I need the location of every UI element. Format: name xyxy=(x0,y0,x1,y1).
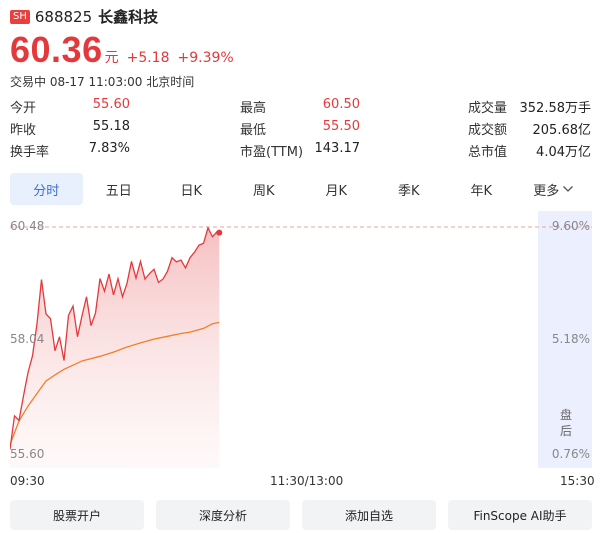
x-label-close: 15:30 xyxy=(560,474,595,488)
price-change-percent: +9.39% xyxy=(177,50,234,66)
stat-value: 7.83% xyxy=(88,141,130,156)
stat-value: 4.04万亿 xyxy=(536,145,591,160)
stat-label: 今开 xyxy=(10,101,37,116)
stock-header: SH 688825 长鑫科技 xyxy=(10,6,158,27)
stat-label: 市盈(TTM) xyxy=(240,145,304,160)
exchange-badge: SH xyxy=(10,9,30,24)
tab-quarterly-k[interactable]: 季K xyxy=(373,173,446,205)
y-label-low: 55.60 xyxy=(10,447,45,461)
tab-five-day[interactable]: 五日 xyxy=(83,173,156,205)
stat-value: 55.50 xyxy=(322,119,360,134)
y-label-mid: 58.04 xyxy=(10,332,45,346)
stock-code: 688825 xyxy=(34,7,93,26)
y-label-high: 60.48 xyxy=(10,219,45,233)
stock-name: 长鑫科技 xyxy=(98,8,159,26)
chevron-down-icon xyxy=(563,186,574,192)
stat-label: 换手率 xyxy=(10,145,50,160)
stat-label: 昨收 xyxy=(10,123,37,138)
stat-value: 60.50 xyxy=(322,97,360,112)
intraday-chart-svg xyxy=(10,211,592,468)
x-label-midday: 11:30/13:00 xyxy=(270,474,344,488)
stat-label: 最低 xyxy=(240,123,267,138)
stat-value: 205.68亿 xyxy=(532,123,592,138)
stat-label: 最高 xyxy=(240,101,267,116)
open-account-button[interactable]: 股票开户 xyxy=(10,500,144,530)
intraday-chart: 60.48 58.04 55.60 9.60% 5.18% 0.76% 盘 后 xyxy=(10,211,592,468)
deep-analysis-button[interactable]: 深度分析 xyxy=(156,500,290,530)
after-hours-char: 盘 xyxy=(559,408,572,422)
current-price-dot xyxy=(216,229,223,236)
stat-value: 55.60 xyxy=(92,97,130,112)
current-price: 60.36 xyxy=(10,29,103,70)
price-unit: 元 xyxy=(104,50,119,66)
tab-yearly-k[interactable]: 年K xyxy=(445,173,518,205)
tab-monthly-k[interactable]: 月K xyxy=(300,173,373,205)
stat-value: 143.17 xyxy=(314,141,361,156)
stat-value: 352.58万手 xyxy=(519,101,592,116)
price-row: 60.36 元 +5.18 +9.39% xyxy=(10,29,234,71)
tab-more[interactable]: 更多 xyxy=(518,173,591,205)
chart-period-tabs: 分时 五日 日K 周K 月K 季K 年K 更多 xyxy=(10,173,590,205)
action-bar: 股票开户 深度分析 添加自选 FinScope AI助手 xyxy=(10,500,592,530)
tab-more-label: 更多 xyxy=(533,183,560,199)
pct-label-mid: 5.18% xyxy=(551,332,590,346)
after-hours-char: 后 xyxy=(559,424,572,438)
tab-weekly-k[interactable]: 周K xyxy=(228,173,301,205)
pct-label-high: 9.60% xyxy=(551,219,590,233)
add-watchlist-button[interactable]: 添加自选 xyxy=(302,500,436,530)
x-label-open: 09:30 xyxy=(10,474,45,488)
tab-intraday[interactable]: 分时 xyxy=(10,173,83,205)
trading-status: 交易中 08-17 11:03:00 北京时间 xyxy=(10,75,195,89)
pct-label-low: 0.76% xyxy=(551,447,590,461)
stat-value: 55.18 xyxy=(92,119,130,134)
price-change: +5.18 xyxy=(126,50,170,66)
tab-daily-k[interactable]: 日K xyxy=(155,173,228,205)
ai-assistant-button[interactable]: FinScope AI助手 xyxy=(448,500,592,530)
after-hours-label: 盘 后 xyxy=(559,407,573,439)
